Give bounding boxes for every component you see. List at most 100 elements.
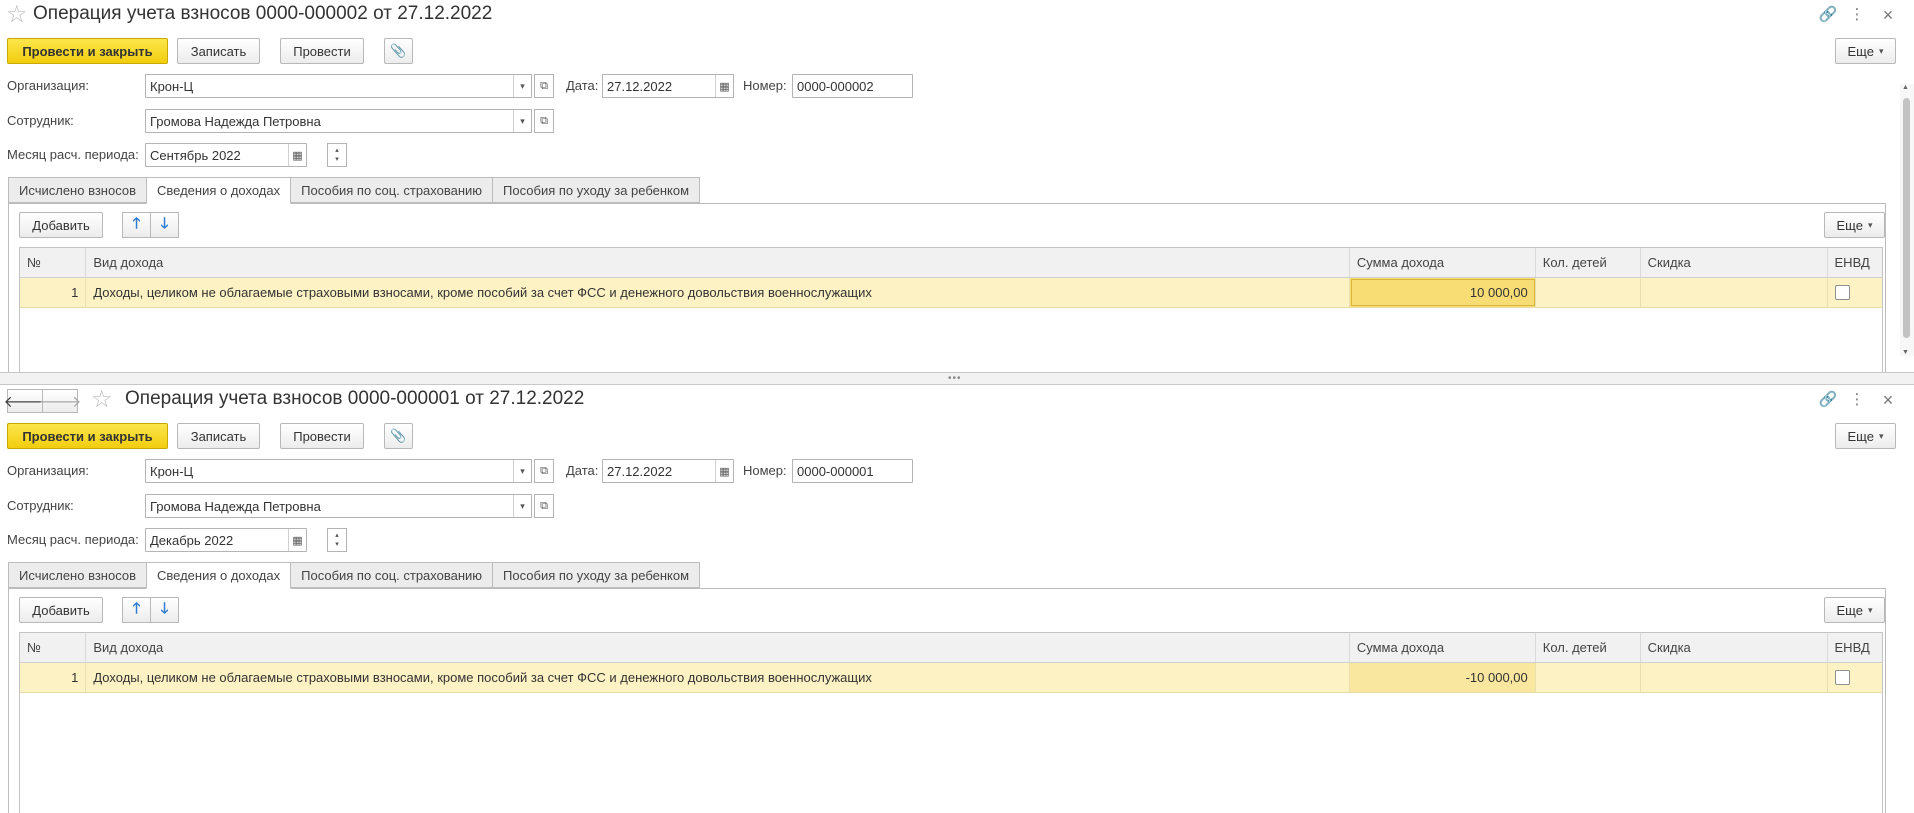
save-button[interactable]: Записать [177, 38, 260, 64]
tab-social-benefits[interactable]: Пособия по соц. страхованию [290, 562, 494, 588]
panel-splitter[interactable]: ••• [0, 372, 1914, 385]
tab-contributions[interactable]: Исчислено взносов [8, 562, 147, 588]
document-window-top: ☆ Операция учета взносов 0000-000002 от … [0, 0, 1914, 372]
column-header-discount[interactable]: Скидка [1641, 248, 1828, 277]
cell-income-type[interactable]: Доходы, целиком не облагаемые страховыми… [86, 278, 1350, 307]
cell-discount[interactable] [1641, 663, 1828, 692]
arrow-forward-icon: 🡒 [38, 393, 82, 411]
move-up-button[interactable]: 🡑 [122, 597, 151, 623]
column-header-income-type[interactable]: Вид дохода [86, 248, 1350, 277]
add-row-button[interactable]: Добавить [19, 597, 103, 623]
dropdown-arrow-icon[interactable]: ▾ [513, 110, 531, 132]
calendar-icon[interactable]: ▦ [715, 75, 733, 97]
period-field[interactable]: Сентябрь 2022 ▦ [145, 143, 307, 167]
column-header-number[interactable]: № [20, 248, 87, 277]
number-field[interactable]: 0000-000001 [792, 459, 913, 483]
tab-social-benefits[interactable]: Пособия по соц. страхованию [290, 177, 494, 203]
spin-up-icon[interactable]: ▴ [335, 531, 339, 540]
org-field[interactable]: Крон-Ц ▾ [145, 74, 532, 98]
calendar-icon[interactable]: ▦ [288, 144, 306, 166]
column-header-income-sum[interactable]: Сумма дохода [1350, 633, 1536, 662]
period-spinner[interactable]: ▴ ▾ [327, 143, 347, 167]
org-open-button[interactable]: ⧉ [534, 74, 554, 98]
cell-children[interactable] [1536, 278, 1641, 307]
cell-envd[interactable] [1828, 278, 1883, 307]
table-row[interactable]: 1 Доходы, целиком не облагаемые страховы… [20, 278, 1882, 308]
tab-childcare-benefits[interactable]: Пособия по уходу за ребенком [492, 177, 701, 203]
move-up-button[interactable]: 🡑 [122, 212, 151, 238]
org-open-button[interactable]: ⧉ [534, 459, 554, 483]
cell-income-sum[interactable]: -10 000,00 [1349, 663, 1536, 692]
save-button[interactable]: Записать [177, 423, 260, 449]
scroll-down-icon[interactable]: ▼ [1902, 349, 1909, 356]
column-header-discount[interactable]: Скидка [1641, 633, 1828, 662]
cell-envd[interactable] [1828, 663, 1883, 692]
period-spinner[interactable]: ▴ ▾ [327, 528, 347, 552]
spin-up-icon[interactable]: ▴ [335, 146, 339, 155]
cell-income-sum[interactable]: 10 000,00 [1349, 278, 1536, 307]
scroll-thumb[interactable] [1903, 98, 1910, 338]
favorite-star-icon[interactable]: ☆ [6, 3, 28, 27]
envd-checkbox[interactable] [1834, 670, 1850, 685]
column-header-envd[interactable]: ЕНВД [1828, 633, 1883, 662]
more-button[interactable]: Еще ▾ [1835, 38, 1896, 64]
cell-discount[interactable] [1641, 278, 1828, 307]
spin-down-icon[interactable]: ▾ [335, 155, 339, 164]
employee-open-button[interactable]: ⧉ [534, 109, 554, 133]
org-field[interactable]: Крон-Ц ▾ [145, 459, 532, 483]
table-more-button[interactable]: Еще ▾ [1824, 212, 1885, 238]
spin-down-icon[interactable]: ▾ [335, 540, 339, 549]
column-header-children[interactable]: Кол. детей [1536, 633, 1641, 662]
tab-income-info[interactable]: Сведения о доходах [145, 177, 292, 204]
cell-income-type[interactable]: Доходы, целиком не облагаемые страховыми… [86, 663, 1350, 692]
dropdown-arrow-icon[interactable]: ▾ [513, 460, 531, 482]
link-icon[interactable]: 🔗 [1818, 390, 1838, 410]
tab-contributions[interactable]: Исчислено взносов [8, 177, 147, 203]
close-icon[interactable]: × [1878, 390, 1898, 410]
dropdown-arrow-icon[interactable]: ▾ [513, 495, 531, 517]
column-header-number[interactable]: № [20, 633, 87, 662]
column-header-income-type[interactable]: Вид дохода [86, 633, 1350, 662]
arrow-down-icon: 🡓 [160, 599, 169, 617]
period-field[interactable]: Декабрь 2022 ▦ [145, 528, 307, 552]
column-header-envd[interactable]: ЕНВД [1828, 248, 1883, 277]
date-field[interactable]: 27.12.2022 ▦ [602, 459, 734, 483]
more-menu-icon[interactable]: ⋮ [1847, 390, 1867, 410]
column-header-income-sum[interactable]: Сумма дохода [1350, 248, 1536, 277]
dropdown-arrow-icon[interactable]: ▾ [513, 75, 531, 97]
employee-open-button[interactable]: ⧉ [534, 494, 554, 518]
number-field[interactable]: 0000-000002 [792, 74, 913, 98]
favorite-star-icon[interactable]: ☆ [91, 388, 113, 412]
post-button[interactable]: Провести [280, 423, 364, 449]
employee-field[interactable]: Громова Надежда Петровна ▾ [145, 494, 532, 518]
envd-checkbox[interactable] [1834, 285, 1850, 300]
number-label: Номер: [743, 78, 787, 93]
post-and-close-button[interactable]: Провести и закрыть [7, 38, 168, 64]
splitter-grip-icon[interactable]: ••• [948, 374, 962, 384]
forward-button[interactable]: 🡒 [39, 389, 81, 413]
scroll-up-icon[interactable]: ▲ [1902, 84, 1909, 91]
table-row[interactable]: 1 Доходы, целиком не облагаемые страховы… [20, 663, 1882, 693]
calendar-icon[interactable]: ▦ [715, 460, 733, 482]
date-field[interactable]: 27.12.2022 ▦ [602, 74, 734, 98]
paperclip-icon: 📎 [390, 428, 407, 443]
add-row-button[interactable]: Добавить [19, 212, 103, 238]
attach-button[interactable]: 📎 [384, 423, 413, 449]
post-button[interactable]: Провести [280, 38, 364, 64]
tab-income-info[interactable]: Сведения о доходах [145, 562, 292, 589]
cell-children[interactable] [1536, 663, 1641, 692]
column-header-children[interactable]: Кол. детей [1536, 248, 1641, 277]
move-down-button[interactable]: 🡓 [150, 212, 179, 238]
more-menu-icon[interactable]: ⋮ [1847, 5, 1867, 25]
vertical-scrollbar[interactable]: ▲ ▼ [1900, 84, 1914, 356]
close-icon[interactable]: × [1878, 5, 1898, 25]
more-button[interactable]: Еще ▾ [1835, 423, 1896, 449]
post-and-close-button[interactable]: Провести и закрыть [7, 423, 168, 449]
attach-button[interactable]: 📎 [384, 38, 413, 64]
link-icon[interactable]: 🔗 [1818, 5, 1838, 25]
tab-childcare-benefits[interactable]: Пособия по уходу за ребенком [492, 562, 701, 588]
table-more-button[interactable]: Еще ▾ [1824, 597, 1885, 623]
calendar-icon[interactable]: ▦ [288, 529, 306, 551]
move-down-button[interactable]: 🡓 [150, 597, 179, 623]
employee-field[interactable]: Громова Надежда Петровна ▾ [145, 109, 532, 133]
